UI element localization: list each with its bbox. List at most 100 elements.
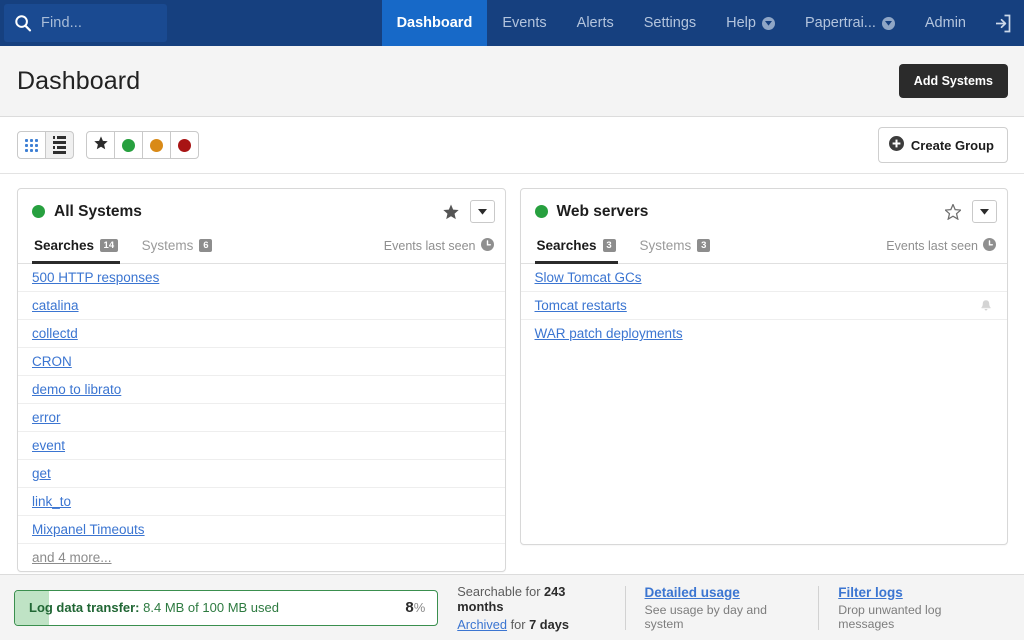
nav-item-label: Admin	[925, 15, 966, 31]
status-filter-group	[86, 131, 199, 159]
group-cards-container: All Systems Searches 14 Systems 6 Events…	[0, 174, 1024, 572]
list-item[interactable]: demo to librato	[18, 376, 505, 404]
filter-logs-link[interactable]: Filter logs	[838, 585, 991, 600]
nav-item-events[interactable]: Events	[487, 0, 561, 46]
group-card-web-servers: Web servers Searches 3 Systems 3 Events …	[520, 188, 1009, 545]
tab-count-badge: 3	[603, 239, 616, 252]
nav-item-papertrail-account[interactable]: Papertrai...	[790, 0, 910, 46]
usage-value: 8.4 MB of 100 MB used	[143, 600, 279, 615]
chevron-down-icon	[980, 209, 989, 215]
create-group-label: Create Group	[911, 138, 994, 153]
archived-line: Archived for 7 days	[457, 617, 605, 632]
usage-percent: 8%	[405, 599, 425, 616]
list-item[interactable]: get	[18, 460, 505, 488]
grid-view-icon	[25, 139, 38, 152]
searches-list: Slow Tomcat GCs Tomcat restarts WAR patc…	[521, 264, 1008, 347]
chevron-down-icon	[882, 17, 895, 30]
nav-item-alerts[interactable]: Alerts	[562, 0, 629, 46]
list-item[interactable]: CRON	[18, 348, 505, 376]
show-more-link[interactable]: and 4 more...	[32, 550, 112, 565]
add-systems-button[interactable]: Add Systems	[899, 64, 1008, 98]
tab-label: Searches	[34, 238, 94, 253]
chevron-down-icon	[762, 17, 775, 30]
tab-systems[interactable]: Systems 3	[638, 234, 713, 264]
create-group-button[interactable]: Create Group	[878, 127, 1008, 163]
clock-icon	[983, 238, 996, 254]
favorite-star-button[interactable]	[943, 202, 963, 222]
page-header: Dashboard Add Systems	[0, 46, 1024, 117]
nav-item-dashboard[interactable]: Dashboard	[382, 0, 488, 46]
filter-red-button[interactable]	[170, 131, 199, 159]
searches-list: 500 HTTP responses catalina collectd CRO…	[18, 264, 505, 571]
favorite-star-button[interactable]	[441, 202, 461, 222]
list-item[interactable]: and 4 more...	[18, 544, 505, 571]
search-input[interactable]: Find...	[4, 4, 167, 42]
card-tabs: Searches 14 Systems 6 Events last seen	[18, 234, 505, 264]
search-link[interactable]: Mixpanel Timeouts	[32, 522, 145, 537]
search-link[interactable]: demo to librato	[32, 382, 121, 397]
filter-green-button[interactable]	[114, 131, 143, 159]
nav-item-admin[interactable]: Admin	[910, 0, 981, 46]
nav-item-label: Help	[726, 15, 756, 31]
tab-label: Searches	[537, 238, 597, 253]
log-data-transfer-progress: Log data transfer: 8.4 MB of 100 MB used…	[14, 590, 438, 626]
nav-item-settings[interactable]: Settings	[629, 0, 711, 46]
logout-icon	[992, 14, 1011, 33]
search-link[interactable]: collectd	[32, 326, 78, 341]
list-item[interactable]: catalina	[18, 292, 505, 320]
events-last-seen-label: Events last seen	[384, 238, 494, 263]
card-tabs: Searches 3 Systems 3 Events last seen	[521, 234, 1008, 264]
events-last-seen-text: Events last seen	[886, 239, 978, 253]
filter-logs-block: Filter logs Drop unwanted log messages	[818, 586, 1010, 630]
detailed-usage-block: Detailed usage See usage by day and syst…	[625, 586, 819, 630]
list-item[interactable]: collectd	[18, 320, 505, 348]
green-status-dot-icon	[32, 205, 45, 218]
card-header: Web servers	[521, 189, 1008, 234]
list-view-button[interactable]	[45, 131, 74, 159]
search-placeholder-text: Find...	[41, 15, 82, 31]
nav-items: Dashboard Events Alerts Settings Help Pa…	[382, 0, 981, 46]
search-link[interactable]: WAR patch deployments	[535, 326, 683, 341]
search-link[interactable]: CRON	[32, 354, 72, 369]
search-link[interactable]: 500 HTTP responses	[32, 270, 159, 285]
tab-label: Systems	[640, 238, 692, 253]
search-link[interactable]: error	[32, 410, 61, 425]
card-menu-button[interactable]	[972, 200, 997, 223]
detailed-usage-subtitle: See usage by day and system	[645, 603, 800, 631]
search-link[interactable]: catalina	[32, 298, 79, 313]
list-item[interactable]: event	[18, 432, 505, 460]
card-menu-button[interactable]	[470, 200, 495, 223]
list-item[interactable]: WAR patch deployments	[521, 320, 1008, 347]
list-item[interactable]: Slow Tomcat GCs	[521, 264, 1008, 292]
search-link[interactable]: get	[32, 466, 51, 481]
usage-percent-number: 8	[405, 599, 413, 616]
group-card-all-systems: All Systems Searches 14 Systems 6 Events…	[17, 188, 506, 572]
red-status-dot-icon	[178, 139, 191, 152]
archived-mid: for	[507, 617, 529, 632]
filter-orange-button[interactable]	[142, 131, 171, 159]
search-link[interactable]: event	[32, 438, 65, 453]
detailed-usage-link[interactable]: Detailed usage	[645, 585, 800, 600]
nav-item-label: Settings	[644, 15, 696, 31]
nav-item-label: Alerts	[577, 15, 614, 31]
card-header: All Systems	[18, 189, 505, 234]
archived-link[interactable]: Archived	[457, 617, 507, 632]
tab-systems[interactable]: Systems 6	[140, 234, 215, 264]
nav-item-help[interactable]: Help	[711, 0, 790, 46]
logout-button[interactable]	[981, 0, 1024, 46]
list-item[interactable]: 500 HTTP responses	[18, 264, 505, 292]
list-item[interactable]: error	[18, 404, 505, 432]
tab-count-badge: 6	[199, 239, 212, 252]
filter-starred-button[interactable]	[86, 131, 115, 159]
list-item[interactable]: link_to	[18, 488, 505, 516]
tab-searches[interactable]: Searches 3	[535, 234, 618, 264]
tab-searches[interactable]: Searches 14	[32, 234, 120, 264]
search-link[interactable]: Slow Tomcat GCs	[535, 270, 642, 285]
nav-spacer	[167, 0, 382, 46]
list-item[interactable]: Mixpanel Timeouts	[18, 516, 505, 544]
grid-view-button[interactable]	[17, 131, 46, 159]
list-item[interactable]: Tomcat restarts	[521, 292, 1008, 320]
search-link[interactable]: Tomcat restarts	[535, 298, 627, 313]
usage-text: Log data transfer: 8.4 MB of 100 MB used	[29, 600, 279, 615]
search-link[interactable]: link_to	[32, 494, 71, 509]
